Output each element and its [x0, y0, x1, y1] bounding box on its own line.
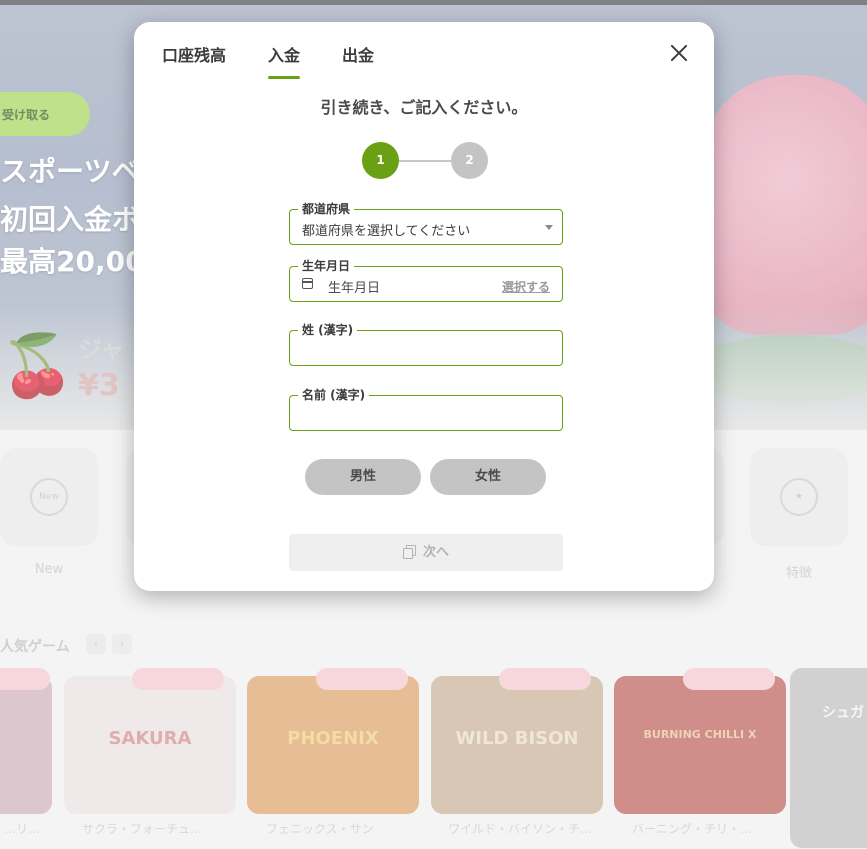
- gender-male-button[interactable]: 男性: [305, 459, 421, 495]
- prefecture-select[interactable]: 都道府県 都道府県を選択してください: [289, 201, 563, 245]
- step-indicator: 1 2: [362, 142, 488, 180]
- next-button[interactable]: 次へ: [289, 534, 563, 571]
- step-2-badge: 2: [451, 142, 488, 179]
- next-button-label: 次へ: [422, 545, 449, 560]
- tab-deposit[interactable]: 入金: [268, 42, 301, 80]
- step-1-badge: 1: [362, 142, 399, 179]
- birthdate-label: 生年月日: [298, 258, 355, 274]
- modal-tabs: 口座残高 入金 出金: [162, 42, 416, 80]
- first-name-input[interactable]: [290, 396, 562, 430]
- last-name-field[interactable]: 姓 (漢字): [289, 322, 563, 366]
- tab-balance[interactable]: 口座残高: [162, 42, 226, 80]
- gender-female-button[interactable]: 女性: [430, 459, 546, 495]
- first-name-field[interactable]: 名前 (漢字): [289, 387, 563, 431]
- close-icon[interactable]: [668, 42, 690, 64]
- deposit-modal: 口座残高 入金 出金 引き続き、ご記入ください。 1 2 都道府県 都道府県を選…: [134, 22, 714, 591]
- step-connector: [396, 160, 454, 162]
- caret-down-icon: [545, 225, 553, 230]
- copy-icon: [402, 545, 416, 559]
- calendar-icon: [302, 278, 313, 289]
- last-name-input[interactable]: [290, 331, 562, 365]
- birthdate-placeholder: 生年月日: [328, 281, 381, 296]
- form-subtitle: 引き続き、ご記入ください。: [320, 98, 528, 117]
- birthdate-field[interactable]: 生年月日 生年月日 選択する: [289, 258, 563, 302]
- prefecture-value: 都道府県を選択してください: [302, 224, 471, 239]
- birthdate-select-link[interactable]: 選択する: [502, 278, 550, 295]
- prefecture-label: 都道府県: [298, 201, 355, 217]
- tab-withdraw[interactable]: 出金: [342, 42, 374, 80]
